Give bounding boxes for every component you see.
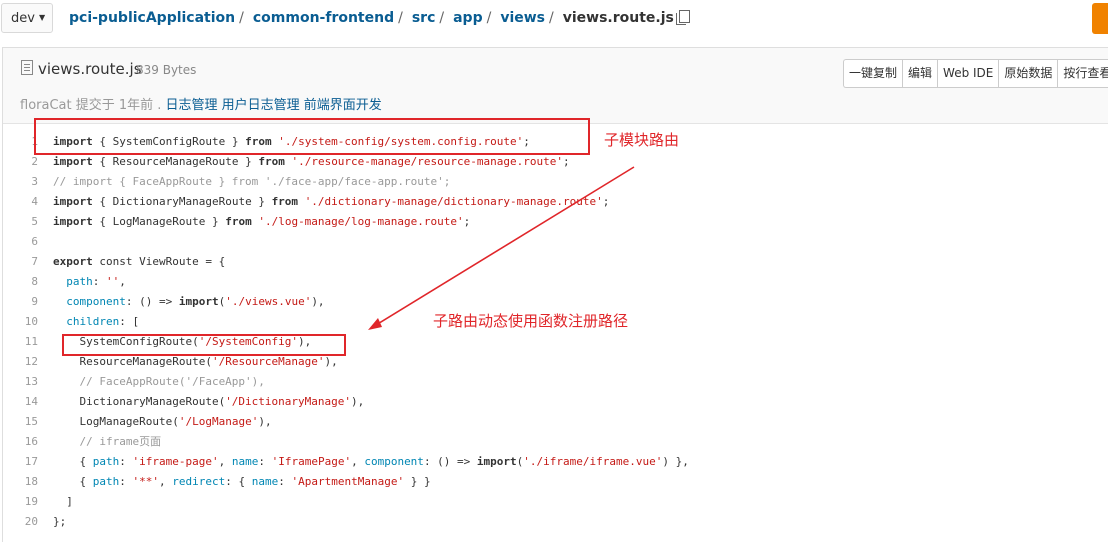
annotation-arrow [368, 166, 635, 330]
